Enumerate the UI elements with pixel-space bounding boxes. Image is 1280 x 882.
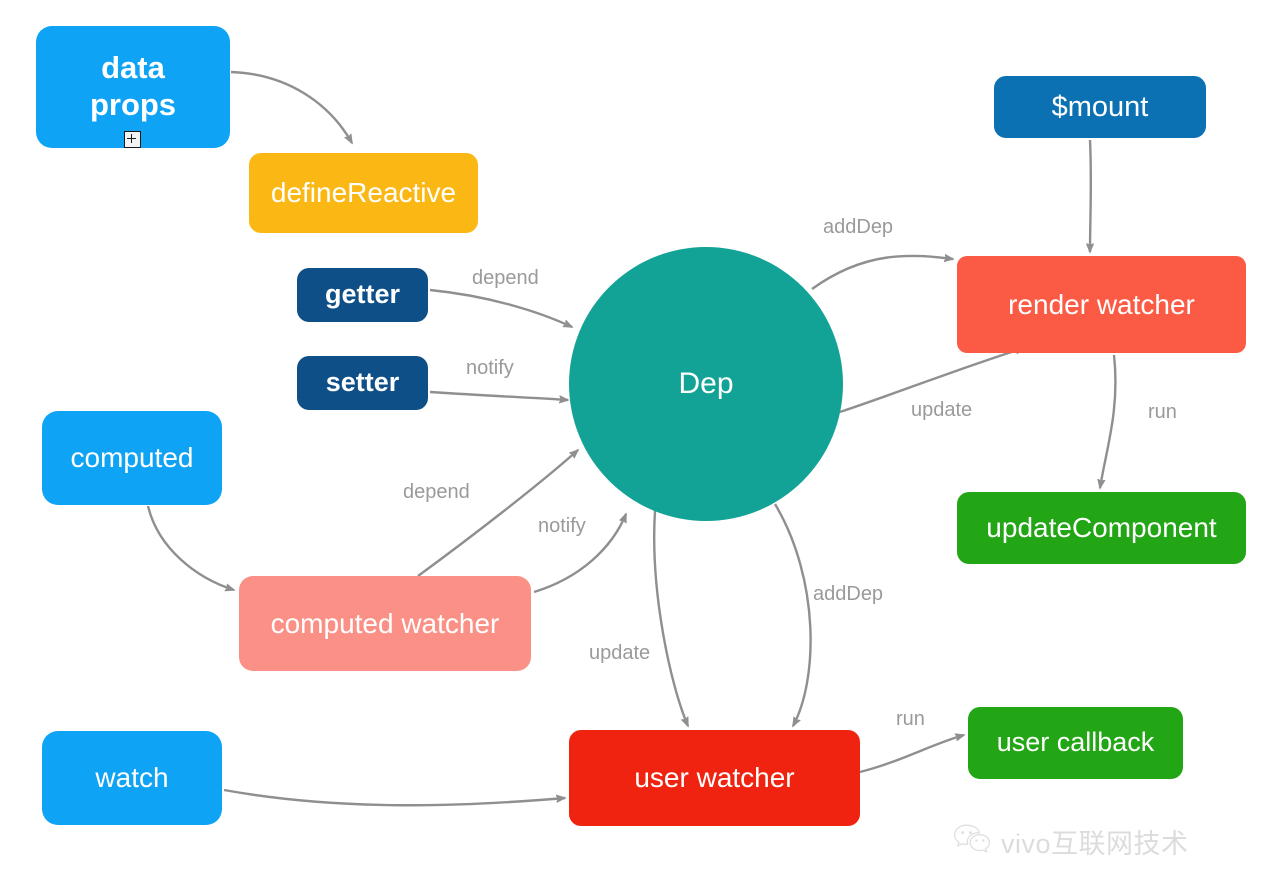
- wechat-icon: [952, 822, 992, 861]
- edge-label-update-user: update: [589, 642, 651, 664]
- edge-label-depend-computed: depend: [403, 481, 470, 503]
- edge-dep-to-render-watcher-adddep: [811, 256, 953, 290]
- node-user-watcher[interactable]: user watcher: [569, 730, 860, 826]
- node-render-watcher-label: render watcher: [1008, 288, 1195, 320]
- edge-data-props-to-definereactive: [230, 70, 354, 143]
- edge-dep-to-user-watcher-update: [653, 510, 690, 726]
- edge-label-run-render: run: [1148, 401, 1177, 423]
- node-dep[interactable]: Dep: [569, 247, 843, 521]
- watermark: vivo互联网技术: [952, 822, 1189, 861]
- edge-mount-to-render-watcher: [1090, 139, 1091, 252]
- node-getter-label: getter: [324, 279, 400, 310]
- node-updatecomponent-label: updateComponent: [986, 512, 1217, 544]
- edge-dep-to-user-watcher-adddep: [773, 503, 812, 726]
- node-mount[interactable]: $mount: [994, 76, 1206, 138]
- edge-user-watcher-to-user-callback: [859, 735, 964, 774]
- edge-computed-to-computed-watcher: [146, 505, 234, 590]
- node-dep-label: Dep: [678, 367, 734, 401]
- plus-cursor-icon: [124, 131, 141, 148]
- node-watch[interactable]: watch: [42, 731, 222, 825]
- node-computed-watcher-label: computed watcher: [270, 607, 500, 639]
- node-setter-label: setter: [325, 367, 400, 398]
- node-updatecomponent[interactable]: updateComponent: [957, 492, 1246, 564]
- edge-label-adddep-render: addDep: [823, 216, 894, 238]
- node-definereactive-label: defineReactive: [270, 177, 457, 209]
- node-render-watcher[interactable]: render watcher: [957, 256, 1246, 353]
- edge-label-adddep-user: addDep: [813, 583, 884, 605]
- node-data-props[interactable]: data props: [36, 26, 230, 148]
- node-getter[interactable]: getter: [297, 268, 428, 322]
- node-user-watcher-label: user watcher: [634, 762, 795, 794]
- node-user-callback[interactable]: user callback: [968, 707, 1183, 779]
- diagram-canvas: data props defineReactive getter setter …: [0, 0, 1280, 882]
- node-definereactive[interactable]: defineReactive: [249, 153, 478, 233]
- node-data-props-label: data props: [89, 50, 177, 122]
- edge-watch-to-user-watcher: [223, 788, 565, 807]
- edge-label-notify-setter: notify: [466, 357, 514, 379]
- edge-getter-to-dep: [429, 288, 572, 329]
- edge-label-depend-getter: depend: [472, 267, 539, 289]
- edge-label-update-render: update: [911, 399, 973, 421]
- edge-computed-watcher-to-dep-depend: [417, 450, 578, 577]
- node-computed-watcher[interactable]: computed watcher: [239, 576, 531, 671]
- watermark-text: vivo互联网技术: [1001, 829, 1189, 859]
- node-user-callback-label: user callback: [996, 727, 1155, 758]
- edge-setter-to-dep: [429, 390, 568, 400]
- edge-label-run-user: run: [896, 708, 925, 730]
- node-computed-label: computed: [70, 442, 194, 474]
- node-setter[interactable]: setter: [297, 356, 428, 410]
- edge-label-notify-computed: notify: [538, 515, 586, 537]
- node-mount-label: $mount: [1051, 90, 1149, 123]
- edge-render-watcher-to-updatecomponent: [1100, 354, 1117, 488]
- node-watch-label: watch: [95, 762, 169, 794]
- node-computed[interactable]: computed: [42, 411, 222, 505]
